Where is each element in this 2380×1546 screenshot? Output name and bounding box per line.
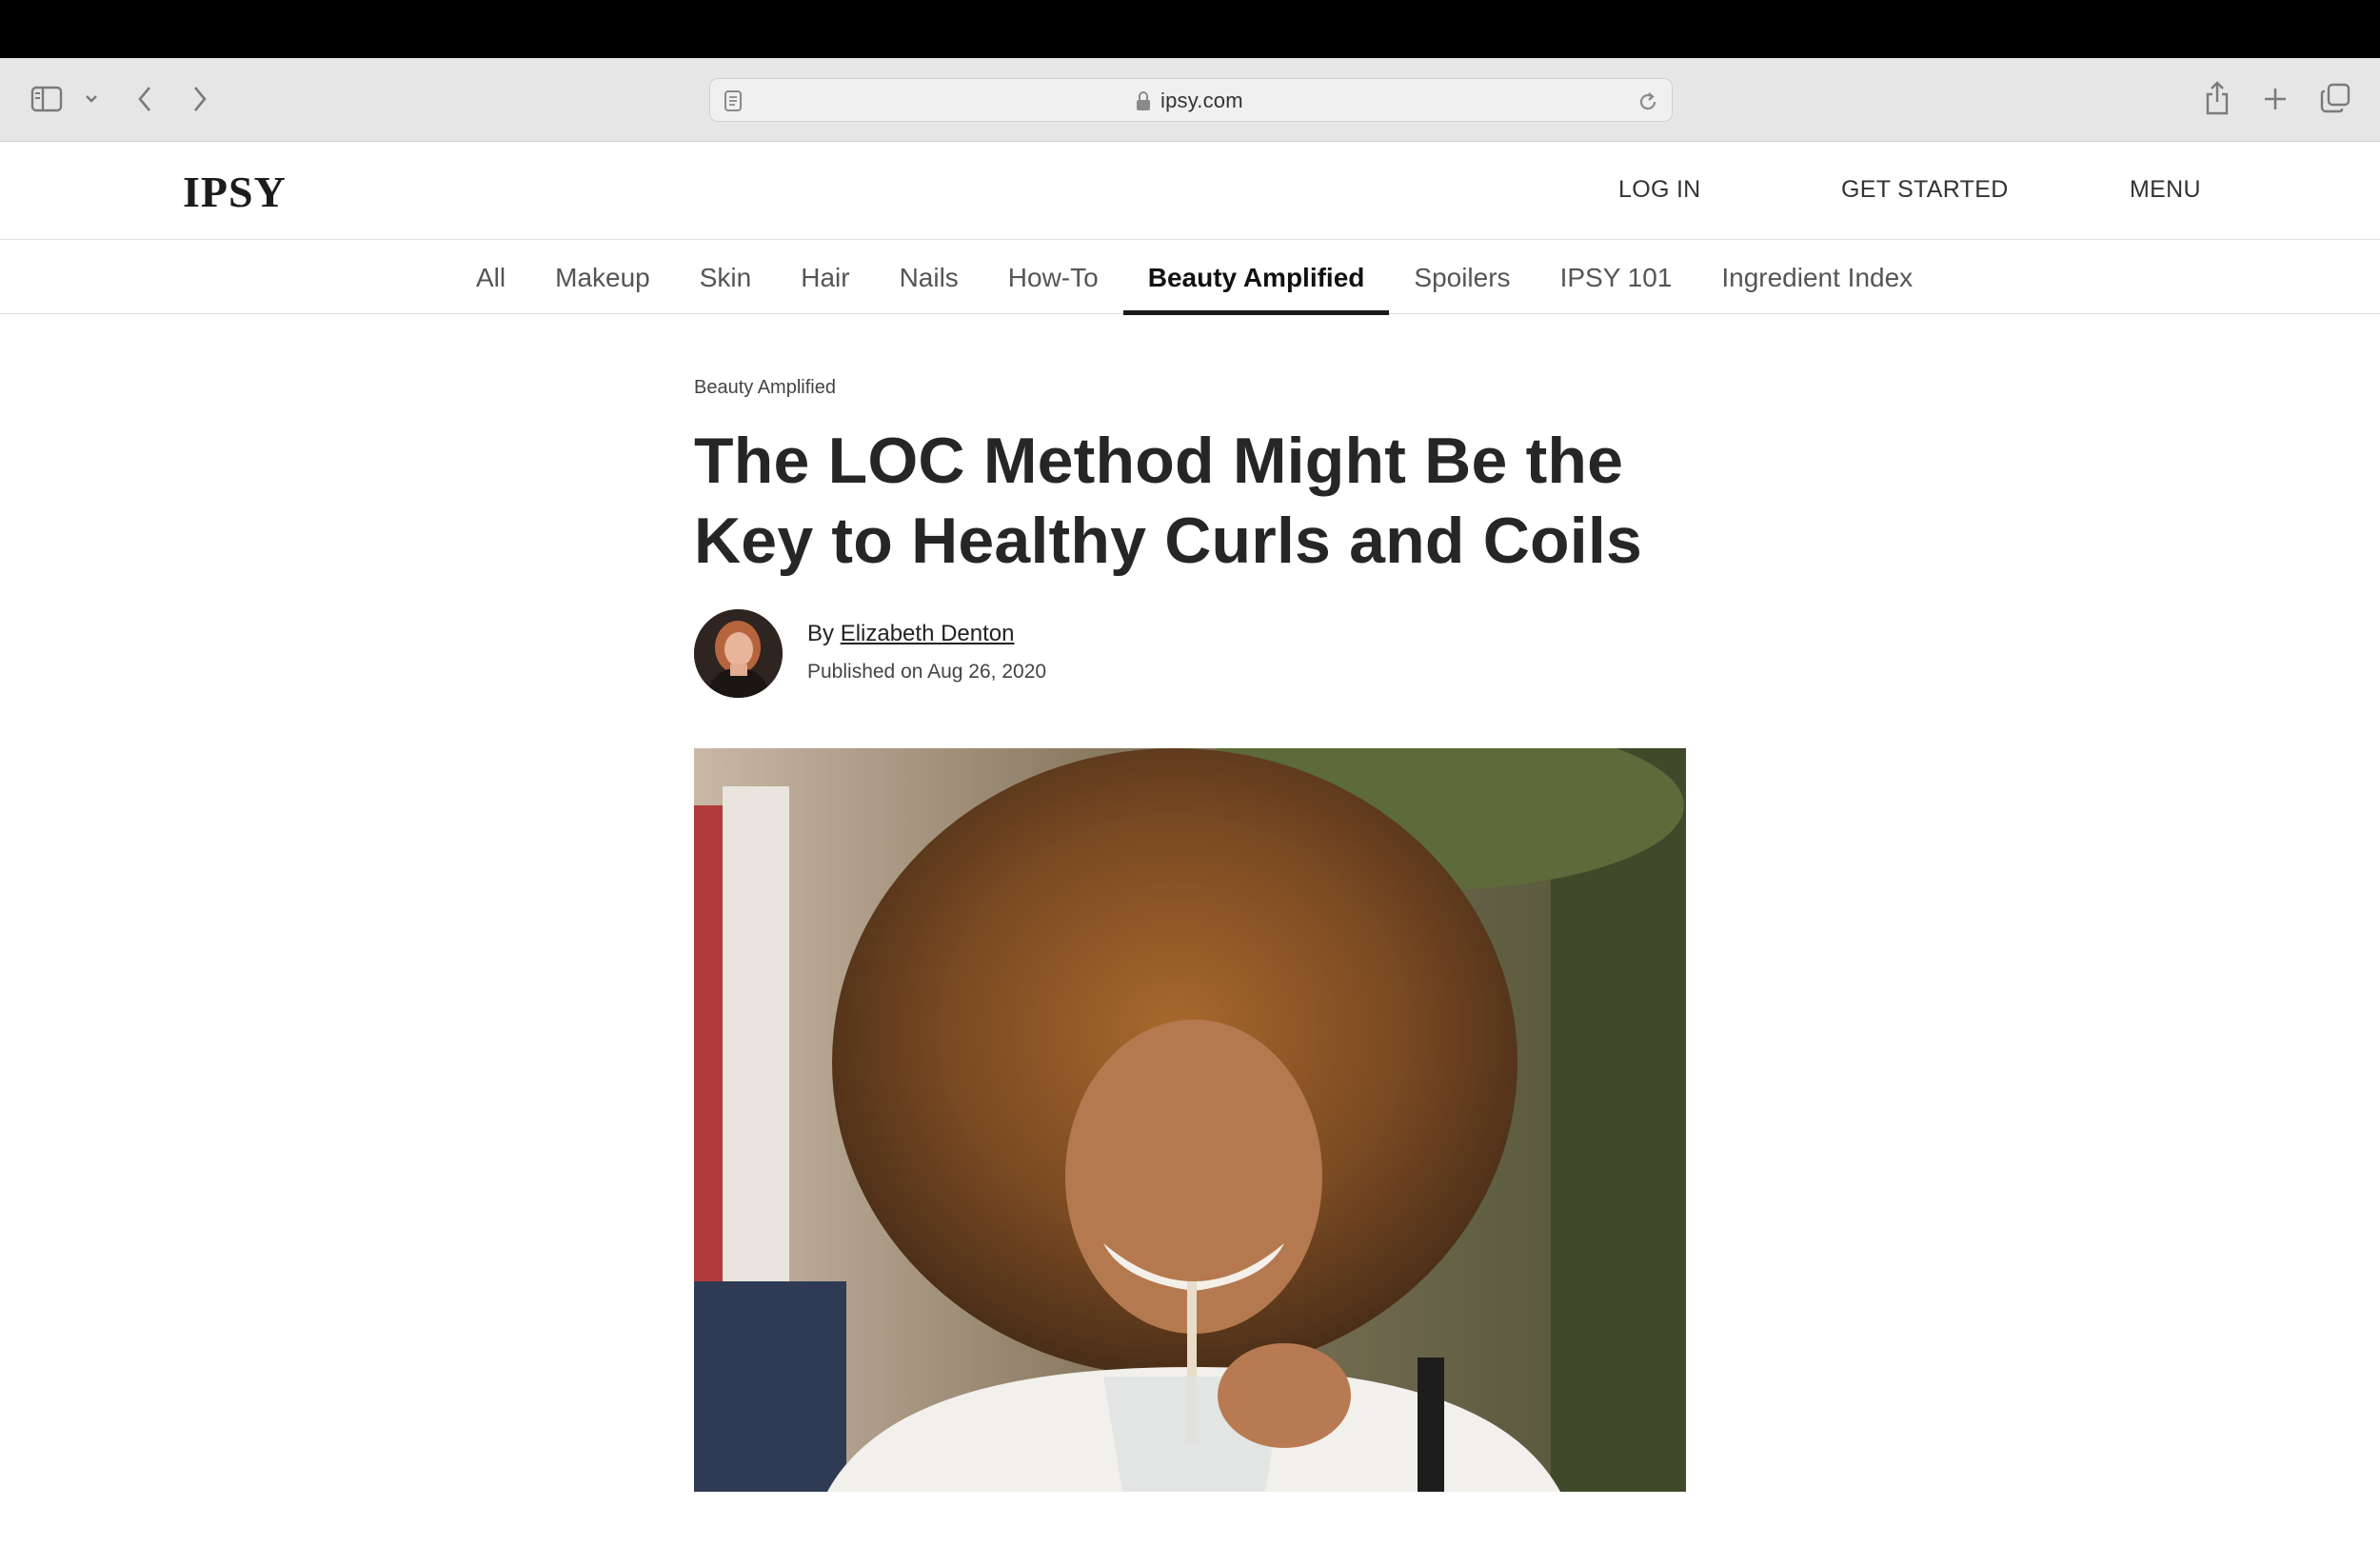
category-ingredient-index[interactable]: Ingredient Index xyxy=(1696,241,1937,314)
menu-button[interactable]: MENU xyxy=(2130,176,2201,204)
category-nav: All Makeup Skin Hair Nails How-To Beauty… xyxy=(0,241,2380,315)
category-how-to[interactable]: How-To xyxy=(983,241,1123,314)
article-title: The LOC Method Might Be the Key to Healt… xyxy=(694,425,1642,577)
byline: By Elizabeth Denton xyxy=(807,621,1014,647)
category-ipsy-101[interactable]: IPSY 101 xyxy=(1536,241,1697,314)
lock-icon xyxy=(1136,90,1153,111)
address-bar[interactable]: ipsy.com xyxy=(709,78,1673,122)
tabs-icon[interactable] xyxy=(2319,81,2351,115)
sidebar-icon[interactable] xyxy=(29,83,65,115)
plus-icon[interactable] xyxy=(2260,83,2291,115)
author-avatar[interactable] xyxy=(694,609,783,698)
top-black-bar xyxy=(0,0,2380,58)
share-icon[interactable] xyxy=(2203,79,2231,117)
login-link[interactable]: LOG IN xyxy=(1618,176,1701,204)
byline-prefix: By xyxy=(807,621,841,646)
category-makeup[interactable]: Makeup xyxy=(530,241,675,314)
category-nails[interactable]: Nails xyxy=(875,241,983,314)
category-hair[interactable]: Hair xyxy=(776,241,874,314)
category-list: All Makeup Skin Hair Nails How-To Beauty… xyxy=(451,241,1937,315)
chevron-down-icon[interactable] xyxy=(82,87,101,111)
category-spoilers[interactable]: Spoilers xyxy=(1389,241,1535,314)
category-beauty-amplified[interactable]: Beauty Amplified xyxy=(1122,241,1390,315)
url-text: ipsy.com xyxy=(1160,89,1243,112)
category-all[interactable]: All xyxy=(451,241,530,314)
category-skin[interactable]: Skin xyxy=(675,241,776,314)
author-link[interactable]: Elizabeth Denton xyxy=(841,621,1015,646)
reload-icon[interactable] xyxy=(1636,89,1660,114)
forward-icon[interactable] xyxy=(188,83,211,115)
reader-icon[interactable] xyxy=(724,89,744,112)
get-started-link[interactable]: GET STARTED xyxy=(1841,176,2009,204)
site-header: IPSY LOG IN GET STARTED MENU xyxy=(0,142,2380,240)
back-icon[interactable] xyxy=(133,83,156,115)
browser-toolbar: ipsy.com xyxy=(0,58,2380,142)
hero-image xyxy=(694,748,1686,1492)
ipsy-logo[interactable]: IPSY xyxy=(183,167,287,217)
article-category-link[interactable]: Beauty Amplified xyxy=(694,377,836,399)
publish-date: Published on Aug 26, 2020 xyxy=(807,661,1047,683)
